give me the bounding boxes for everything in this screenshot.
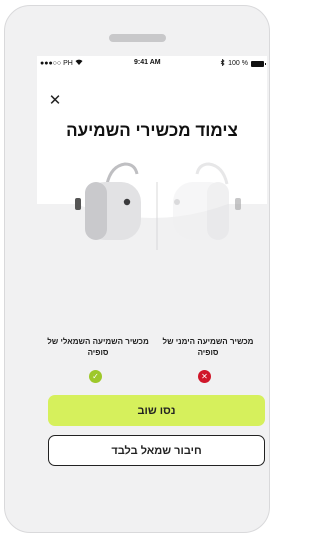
phone-speaker [109, 34, 166, 42]
close-button[interactable]: ✕ [47, 93, 63, 109]
status-right: 100 % [220, 58, 266, 68]
connect-left-only-button[interactable]: חיבור שמאל בלבד [48, 435, 265, 466]
page-title: צימוד מכשירי השמיעה [66, 121, 238, 140]
left-aid-label: מכשיר השמיעה השמאלי של סופיה [47, 337, 149, 357]
error-icon: ✕ [198, 370, 211, 383]
right-aid-label: מכשיר השמיעה הימני של סופיה [162, 337, 254, 357]
status-bar: ●●●○○ PH 9:41 AM 100 % [37, 56, 267, 70]
status-time: 9:41 AM [134, 59, 161, 66]
battery-percent: 100 % [228, 60, 248, 67]
carrier-label: ●●●○○ PH [40, 59, 73, 67]
illustration-backdrop [37, 140, 267, 218]
retry-button[interactable]: נסו שוב [48, 395, 265, 426]
check-icon: ✓ [89, 370, 102, 383]
pairing-labels: מכשיר השמיעה השמאלי של סופיה מכשיר השמיע… [37, 336, 267, 372]
close-icon: ✕ [48, 92, 62, 109]
hearing-aids-illustration [37, 140, 267, 250]
wifi-icon [75, 59, 83, 67]
battery-icon [251, 60, 266, 67]
status-left: ●●●○○ PH [40, 59, 83, 67]
bluetooth-icon [220, 58, 225, 68]
app-screen: ●●●○○ PH 9:41 AM 100 % ✕ צימוד מכשירי הש… [37, 56, 267, 479]
